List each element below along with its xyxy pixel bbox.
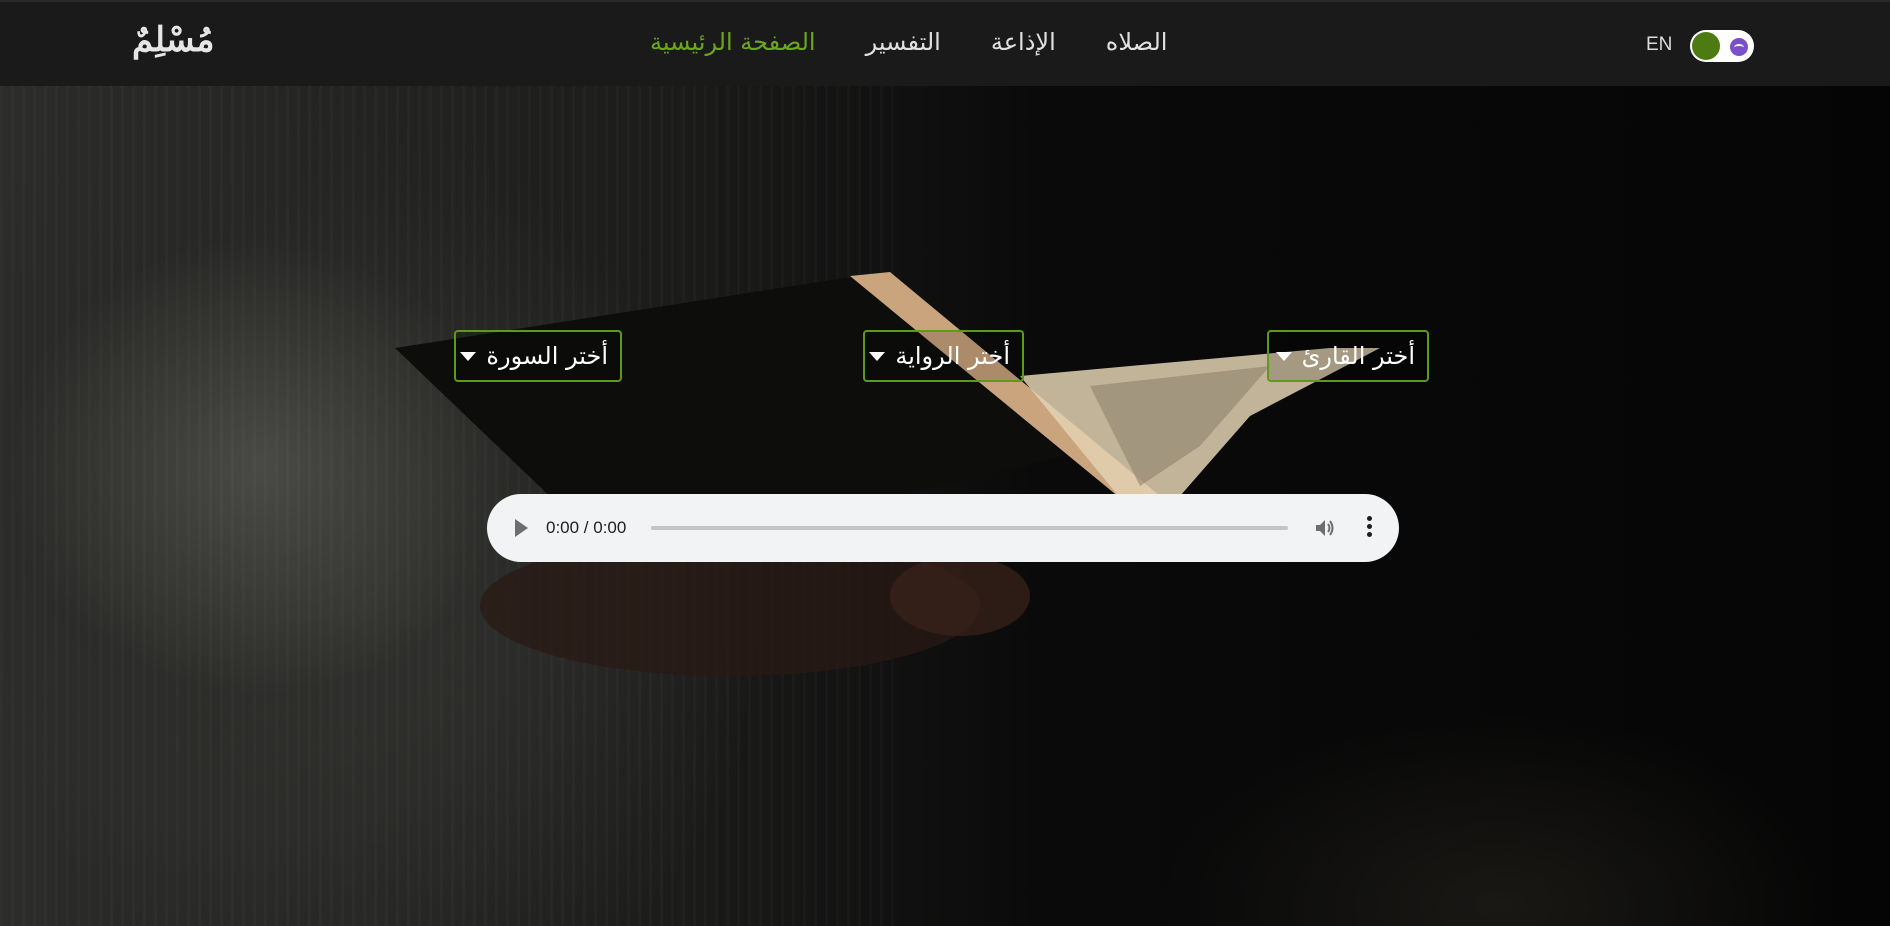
rewaya-select[interactable]: أختر الرواية (863, 330, 1024, 382)
nav-link-prayer[interactable]: الصلاه (1106, 28, 1168, 56)
surah-select[interactable]: أختر السورة (454, 330, 622, 382)
audio-time: 0:00 / 0:00 (546, 518, 627, 537)
nav-link-radio[interactable]: الإذاعة (991, 28, 1056, 56)
theme-knob-icon (1692, 32, 1720, 60)
nav-link-tafsir[interactable]: التفسير (866, 28, 941, 56)
language-switch[interactable]: EN (1646, 34, 1672, 56)
play-icon[interactable] (515, 519, 528, 537)
surah-select-label: أختر السورة (486, 342, 608, 370)
caret-down-icon (1275, 351, 1292, 361)
rewaya-select-label: أختر الرواية (895, 342, 1010, 370)
more-vert-icon[interactable] (1365, 516, 1373, 540)
theme-toggle[interactable] (1690, 30, 1754, 62)
navbar: مُسْلِمٌ الصفحة الرئيسية التفسير الإذاعة… (0, 0, 1890, 86)
hero-section: أختر السورة أختر الرواية أختر القارئ 0:0… (0, 86, 1890, 926)
audio-player: 0:00 / 0:00 (487, 494, 1399, 562)
reader-select[interactable]: أختر القارئ (1267, 330, 1429, 382)
site-logo[interactable]: مُسْلِمٌ (132, 20, 214, 60)
nav-link-home[interactable]: الصفحة الرئيسية (650, 28, 816, 56)
main-nav: الصفحة الرئيسية التفسير الإذاعة الصلاه (650, 28, 1167, 56)
audio-progress-bar[interactable] (651, 526, 1288, 530)
moon-icon (1730, 38, 1748, 56)
reader-select-label: أختر القارئ (1301, 342, 1415, 370)
hand-right-shape (890, 556, 1030, 636)
volume-icon[interactable] (1314, 518, 1336, 538)
caret-down-icon (869, 351, 886, 361)
caret-down-icon (460, 351, 477, 361)
book-cover-shape (395, 274, 1065, 506)
